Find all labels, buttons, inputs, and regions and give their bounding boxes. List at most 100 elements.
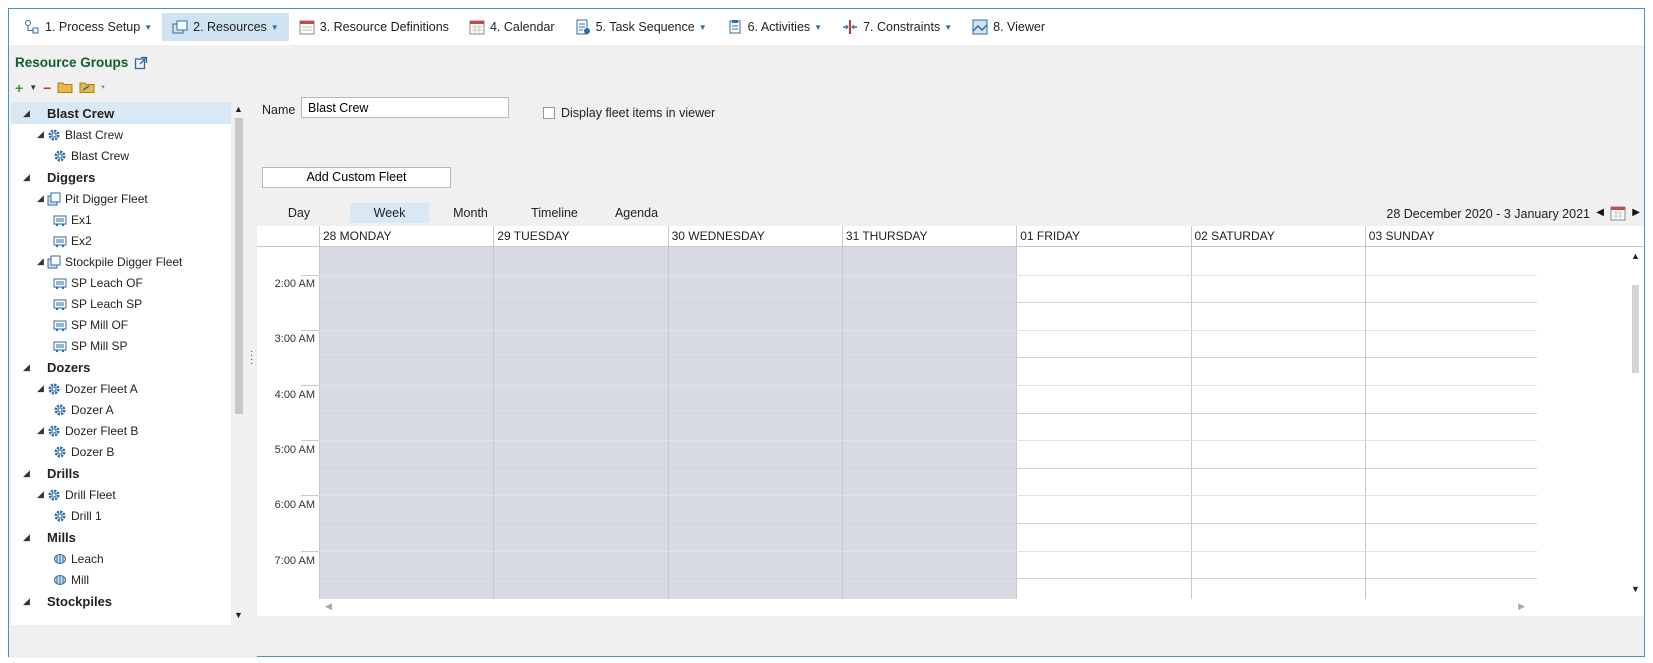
gear-icon (53, 403, 67, 417)
expand-triangle-icon[interactable]: ◢ (23, 108, 47, 119)
add-icon[interactable]: + (15, 81, 23, 95)
chevron-down-icon[interactable]: ▼ (814, 23, 822, 32)
expand-triangle-icon[interactable]: ◢ (37, 256, 47, 267)
more-tools-chevron-icon[interactable]: ▾ (101, 81, 105, 95)
open-folder-icon[interactable] (57, 80, 73, 96)
tree-item[interactable]: ◢ Dozer Fleet B (11, 420, 231, 441)
expand-triangle-icon[interactable]: ◢ (37, 425, 47, 436)
day-column[interactable] (1190, 247, 1365, 599)
view-tab-timeline[interactable]: Timeline (513, 203, 596, 223)
day-header[interactable]: 29 TUESDAY (493, 226, 667, 247)
day-header[interactable]: 28 MONDAY (319, 226, 493, 247)
tree-group[interactable]: ◢ Drills (11, 462, 231, 484)
tree-item[interactable]: SP Leach SP (11, 293, 231, 314)
chevron-down-icon[interactable]: ▼ (699, 23, 707, 32)
toolbar-tab-1[interactable]: 1. Process Setup ▼ (14, 13, 162, 41)
expand-triangle-icon[interactable]: ◢ (23, 532, 47, 543)
toolbar-tab-2[interactable]: 2. Resources ▼ (162, 13, 289, 41)
tree-item[interactable]: Leach (11, 548, 231, 569)
expand-triangle-icon[interactable]: ◢ (37, 129, 47, 140)
tree-group[interactable]: ◢ Diggers (11, 166, 231, 188)
expand-triangle-icon[interactable]: ◢ (37, 489, 47, 500)
scroll-down-arrow-icon[interactable]: ▼ (234, 610, 243, 620)
tree-item[interactable]: SP Mill OF (11, 314, 231, 335)
tree-item[interactable]: Dozer B (11, 441, 231, 462)
splitter-grip-icon[interactable]: · · · · (250, 347, 253, 369)
view-tab-agenda[interactable]: Agenda (597, 203, 676, 223)
day-header[interactable]: 31 THURSDAY (841, 226, 1016, 247)
day-column[interactable] (1364, 247, 1537, 599)
chevron-down-icon[interactable]: ▼ (144, 23, 152, 32)
scheduler-horizontal-scrollbar[interactable]: ◀ ▶ (319, 600, 1531, 614)
expand-triangle-icon[interactable]: ◢ (37, 383, 47, 394)
main-toolbar: 1. Process Setup ▼ 2. Resources ▼ 3. Resourc… (9, 9, 1644, 45)
panel-splitter[interactable]: · · · · (249, 45, 255, 658)
tree-item[interactable]: Mill (11, 569, 231, 590)
resource-groups-panel: Resource Groups + ▼ − ▾ ◢ Blast Crew ◢ Blas… (9, 45, 257, 658)
tree-item[interactable]: SP Leach OF (11, 272, 231, 293)
day-column[interactable] (667, 247, 842, 599)
day-header[interactable]: 01 FRIDAY (1016, 226, 1190, 247)
next-week-arrow-icon[interactable]: ▶ (1632, 207, 1640, 218)
toolbar-tab-6[interactable]: 6. Activities ▼ (717, 13, 832, 41)
add-custom-fleet-button[interactable]: Add Custom Fleet (262, 167, 451, 188)
scheduler-scroll-down-icon[interactable]: ▼ (1631, 584, 1640, 594)
resource-tree-scrollbar[interactable]: ▲ ▼ (232, 102, 246, 625)
week-grid[interactable]: 2:00 AM 3:00 AM 4:00 AM 5:00 AM 6:00 AM 7:00 … (257, 247, 1537, 599)
day-column[interactable] (319, 247, 494, 599)
tree-group[interactable]: ◢ Stockpiles (11, 590, 231, 612)
name-input[interactable] (301, 97, 509, 118)
tree-item[interactable]: Ex2 (11, 230, 231, 251)
display-fleet-checkbox[interactable] (543, 107, 555, 119)
tree-item[interactable]: ◢ Dozer Fleet A (11, 378, 231, 399)
expand-triangle-icon[interactable]: ◢ (23, 362, 47, 373)
expand-triangle-icon[interactable]: ◢ (23, 596, 47, 607)
tree-group[interactable]: ◢ Dozers (11, 356, 231, 378)
toolbar-tab-7[interactable]: 7. Constraints ▼ (832, 13, 962, 41)
add-dropdown-chevron-icon[interactable]: ▼ (29, 81, 37, 95)
day-header[interactable]: 30 WEDNESDAY (667, 226, 842, 247)
tree-item[interactable]: ◢ Stockpile Digger Fleet (11, 251, 231, 272)
chevron-down-icon[interactable]: ▼ (271, 23, 279, 32)
tree-item[interactable]: Drill 1 (11, 505, 231, 526)
scrollbar-thumb[interactable] (235, 118, 243, 414)
view-tab-day[interactable]: Day (267, 203, 331, 223)
chevron-down-icon[interactable]: ▼ (944, 23, 952, 32)
scheduler-vertical-scrollbar[interactable]: ▲ ▼ (1628, 247, 1644, 599)
toolbar-tab-4[interactable]: 4. Calendar (459, 13, 565, 41)
calendar-picker-icon[interactable] (1610, 205, 1626, 221)
scheduler-scrollbar-thumb[interactable] (1632, 285, 1639, 373)
external-link-icon[interactable] (134, 56, 148, 70)
scheduler-scroll-up-icon[interactable]: ▲ (1631, 251, 1640, 261)
toolbar-tab-5[interactable]: 5. Task Sequence ▼ (565, 13, 717, 41)
day-column[interactable] (841, 247, 1017, 599)
tree-item[interactable]: Ex1 (11, 209, 231, 230)
tree-item[interactable]: ◢ Drill Fleet (11, 484, 231, 505)
toolbar-tab-3[interactable]: 3. Resource Definitions (289, 13, 459, 41)
day-column[interactable] (1016, 247, 1190, 599)
tree-item[interactable]: ◢ Blast Crew (11, 124, 231, 145)
remove-icon[interactable]: − (43, 81, 51, 95)
day-header[interactable]: 03 SUNDAY (1364, 226, 1539, 247)
toolbar-tab-label: 7. Constraints (863, 20, 941, 34)
view-tab-month[interactable]: Month (429, 203, 512, 223)
scheduler-scroll-right-icon[interactable]: ▶ (1518, 601, 1525, 612)
day-header[interactable]: 02 SATURDAY (1190, 226, 1365, 247)
tree-item[interactable]: ◢ Pit Digger Fleet (11, 188, 231, 209)
scheduler-scroll-left-icon[interactable]: ◀ (325, 601, 332, 612)
view-tab-week[interactable]: Week (350, 203, 429, 223)
expand-triangle-icon[interactable]: ◢ (23, 172, 47, 183)
toolbar-tab-8[interactable]: 8. Viewer (962, 13, 1055, 41)
tree-group[interactable]: ◢ Mills (11, 526, 231, 548)
edit-folder-icon[interactable] (79, 80, 95, 96)
expand-triangle-icon[interactable]: ◢ (37, 193, 47, 204)
expand-triangle-icon[interactable]: ◢ (23, 468, 47, 479)
tree-item[interactable]: Blast Crew (11, 145, 231, 166)
previous-week-arrow-icon[interactable]: ◀ (1596, 207, 1604, 218)
tree-item-label: Mills (47, 529, 76, 545)
tree-item[interactable]: Dozer A (11, 399, 231, 420)
tree-group[interactable]: ◢ Blast Crew (11, 102, 231, 124)
tree-item[interactable]: SP Mill SP (11, 335, 231, 356)
scroll-up-arrow-icon[interactable]: ▲ (234, 104, 243, 114)
day-column[interactable] (493, 247, 668, 599)
